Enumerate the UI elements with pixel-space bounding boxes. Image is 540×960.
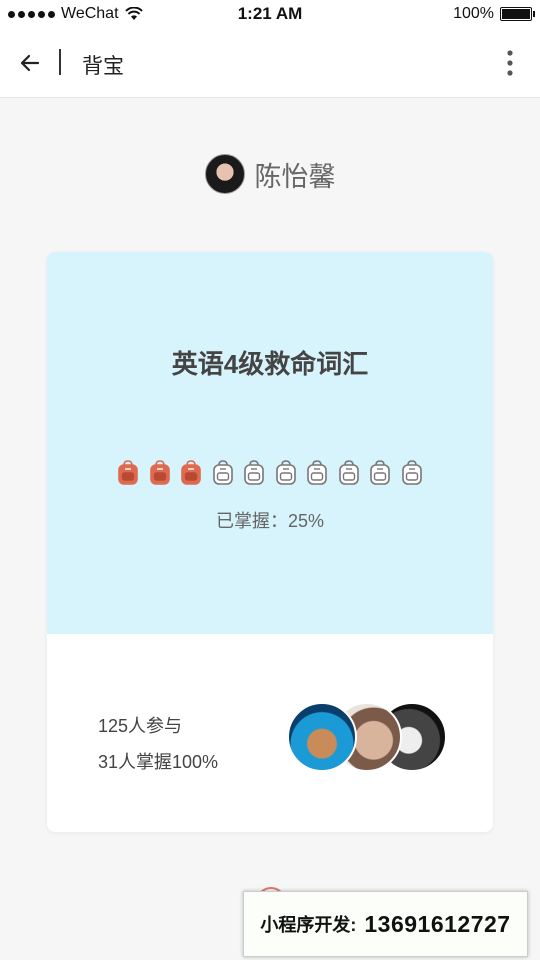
progress-text: 已掌握：25% xyxy=(215,511,325,531)
more-vertical-icon[interactable] xyxy=(500,46,520,80)
battery-icon xyxy=(500,7,535,21)
backpack-filled-icon xyxy=(118,460,138,485)
watermark-label: 小程序开发: xyxy=(260,915,357,935)
participants-count: 125人参与 xyxy=(98,716,183,736)
nav-bar: 背宝 xyxy=(0,28,540,98)
backpack-empty-icon xyxy=(244,460,264,485)
watermark-phone: 13691612727 xyxy=(364,910,511,937)
card-top-panel: 英语4级救命词汇 已掌握：25% xyxy=(47,252,493,634)
battery-fill xyxy=(502,9,530,19)
progress-bag-row xyxy=(117,460,423,486)
wordbook-card[interactable]: 英语4级救命词汇 已掌握：25% 125人参与 31人掌握100% xyxy=(47,252,493,832)
avatar[interactable] xyxy=(204,154,245,194)
backpack-empty-icon xyxy=(339,460,359,485)
participant-avatars[interactable] xyxy=(287,702,447,772)
user-name: 陈怡馨 xyxy=(254,161,336,192)
watermark-banner: 小程序开发: 13691612727 xyxy=(243,891,528,957)
card-stats: 125人参与 31人掌握100% xyxy=(98,708,218,780)
backpack-empty-icon xyxy=(275,460,296,485)
backpack-empty-icon xyxy=(370,460,391,485)
backpack-empty-icon xyxy=(402,460,422,485)
backpack-empty-icon xyxy=(307,460,328,485)
user-header: 陈怡馨 xyxy=(0,152,540,196)
battery-percent: 100% xyxy=(453,5,494,22)
backpack-empty-icon xyxy=(212,460,233,485)
participant-avatar xyxy=(287,702,357,772)
card-title: 英语4级救命词汇 xyxy=(171,349,369,379)
backpack-filled-icon xyxy=(149,460,170,485)
status-bar: WeChat 1:21 AM 100% xyxy=(0,0,540,28)
status-right: 100% xyxy=(453,5,535,23)
page-title: 背宝 xyxy=(82,55,124,78)
nav-divider xyxy=(59,49,61,75)
mastered-count: 31人掌握100% xyxy=(98,752,219,772)
arrow-left-icon[interactable] xyxy=(16,48,46,78)
backpack-filled-icon xyxy=(181,460,201,485)
